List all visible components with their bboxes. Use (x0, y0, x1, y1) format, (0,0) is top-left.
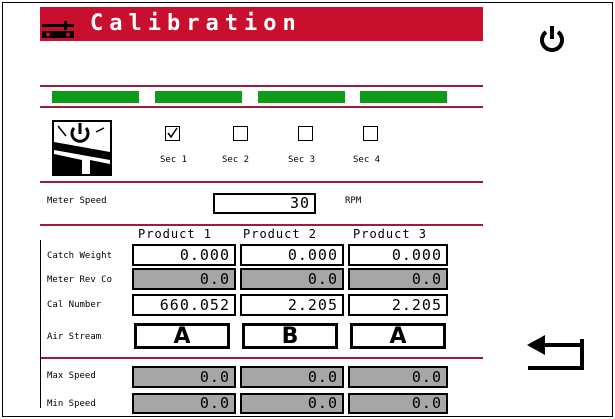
power-button[interactable] (537, 24, 567, 54)
catch-weight-product-1[interactable]: 0.000 (132, 244, 236, 266)
meter-rev-count-label: Meter Rev Co (47, 275, 113, 285)
page-title: Calibration (90, 11, 302, 36)
catch-weight-product-3[interactable]: 0.000 (348, 244, 448, 266)
section-2-label: Sec 2 (222, 155, 250, 165)
section-2-checkbox[interactable] (233, 126, 248, 141)
cal-number-label: Cal Number (47, 300, 102, 310)
row-label-edge (40, 240, 41, 408)
product-1-header: Product 1 (138, 227, 213, 241)
air-stream-product-1-button[interactable]: A (134, 323, 230, 349)
status-bar-1 (52, 91, 139, 103)
air-stream-label: Air Stream (47, 332, 102, 342)
section-4-label: Sec 4 (353, 155, 381, 165)
divider (40, 224, 483, 226)
divider (40, 106, 483, 108)
meter-rev-product-3: 0.0 (348, 268, 448, 290)
divider (40, 357, 483, 359)
meter-rev-product-2: 0.0 (240, 268, 344, 290)
section-control-icon[interactable] (52, 120, 112, 176)
catch-weight-label: Catch Weight (47, 251, 113, 261)
air-stream-product-3-button[interactable]: A (350, 323, 446, 349)
section-3-label: Sec 3 (288, 155, 316, 165)
divider (40, 85, 483, 87)
section-4-checkbox[interactable] (363, 126, 378, 141)
min-speed-product-2: 0.0 (240, 393, 344, 414)
return-arrow-icon[interactable] (525, 335, 587, 375)
catch-weight-product-2[interactable]: 0.000 (240, 244, 344, 266)
cal-number-product-2[interactable]: 2.205 (240, 294, 344, 316)
min-speed-product-3: 0.0 (348, 393, 448, 414)
checkmark-icon (167, 127, 178, 139)
meter-speed-input[interactable]: 30 (213, 193, 316, 214)
air-stream-product-2-button[interactable]: B (242, 323, 338, 349)
max-speed-product-3: 0.0 (348, 366, 448, 388)
min-speed-product-1: 0.0 (132, 393, 236, 414)
max-speed-label: Max Speed (47, 371, 96, 381)
product-3-header: Product 3 (353, 227, 428, 241)
product-2-header: Product 2 (243, 227, 318, 241)
meter-speed-unit: RPM (345, 196, 362, 206)
divider (40, 181, 483, 183)
meter-speed-label: Meter Speed (47, 196, 107, 206)
cal-number-product-1[interactable]: 660.052 (132, 294, 236, 316)
section-1-label: Sec 1 (160, 155, 188, 165)
status-bar-2 (155, 91, 242, 103)
section-3-checkbox[interactable] (298, 126, 313, 141)
max-speed-product-2: 0.0 (240, 366, 344, 388)
min-speed-label: Min Speed (47, 399, 96, 409)
planter-logo-icon (40, 18, 76, 41)
meter-rev-product-1: 0.0 (132, 268, 236, 290)
status-bar-3 (258, 91, 345, 103)
section-1-checkbox[interactable] (165, 126, 180, 141)
cal-number-product-3[interactable]: 2.205 (348, 294, 448, 316)
status-bar-4 (360, 91, 447, 103)
max-speed-product-1: 0.0 (132, 366, 236, 388)
